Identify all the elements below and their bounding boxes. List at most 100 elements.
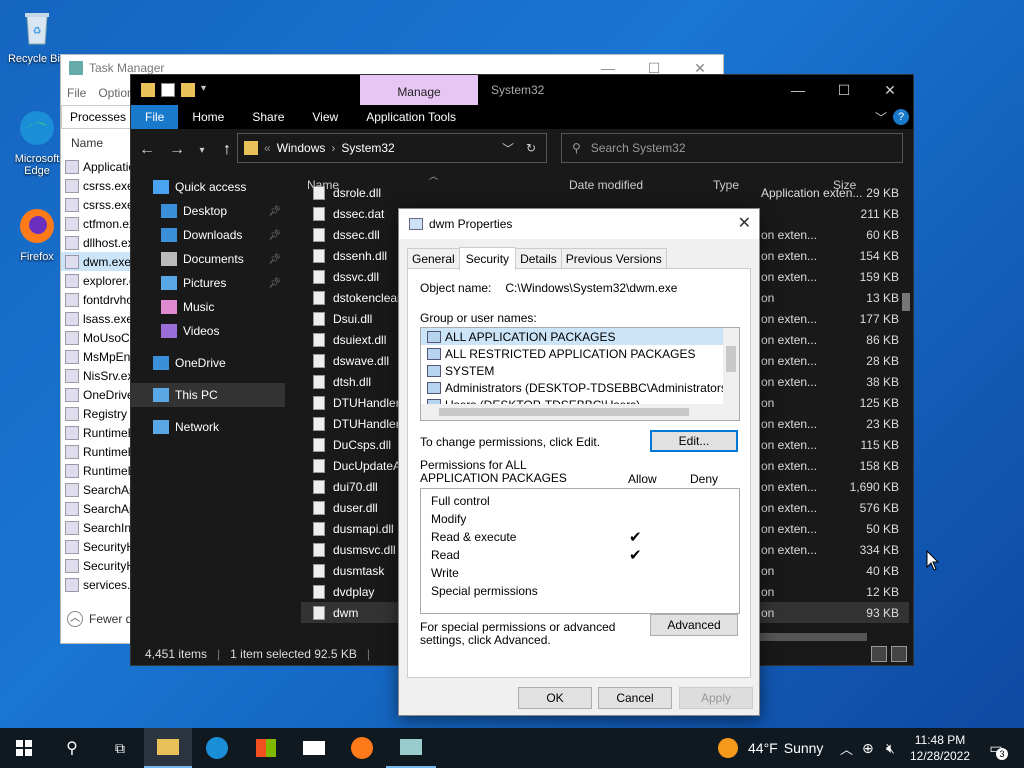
- apply-button[interactable]: Apply: [679, 687, 753, 709]
- tab-security[interactable]: Security: [458, 247, 517, 270]
- user-list-hscrollbar[interactable]: [421, 404, 739, 420]
- process-row[interactable]: explorer.exe: [61, 271, 131, 290]
- process-row[interactable]: RuntimeBroker: [61, 423, 131, 442]
- process-row[interactable]: SearchApp: [61, 499, 131, 518]
- process-row[interactable]: dwm.exe: [61, 252, 131, 271]
- close-icon[interactable]: ✕: [867, 75, 913, 105]
- pin-icon[interactable]: 📌︎: [268, 206, 281, 217]
- tab-previous-versions[interactable]: Previous Versions: [560, 248, 667, 269]
- user-row[interactable]: ALL RESTRICTED APPLICATION PACKAGES: [421, 345, 739, 362]
- nav-item[interactable]: OneDrive: [131, 351, 285, 375]
- process-row[interactable]: lsass.exe: [61, 309, 131, 328]
- maximize-icon[interactable]: ☐: [821, 75, 867, 105]
- ok-button[interactable]: OK: [518, 687, 592, 709]
- taskbar-firefox[interactable]: [338, 737, 386, 759]
- scrollbar-thumb[interactable]: [726, 346, 736, 372]
- taskbar-explorer[interactable]: [144, 728, 192, 768]
- search-input[interactable]: Search System32: [591, 141, 686, 155]
- process-row[interactable]: SearchApp: [61, 480, 131, 499]
- minimize-icon[interactable]: —: [775, 75, 821, 105]
- process-row[interactable]: MoUsoCore: [61, 328, 131, 347]
- help-icon[interactable]: ?: [893, 109, 909, 125]
- process-row[interactable]: RuntimeBroker: [61, 442, 131, 461]
- pin-icon[interactable]: 📌︎: [268, 230, 281, 241]
- nav-item[interactable]: This PC: [131, 383, 285, 407]
- refresh-icon[interactable]: ↻: [526, 141, 536, 155]
- process-row[interactable]: Registry: [61, 404, 131, 423]
- show-hidden-icons-icon[interactable]: ︿: [840, 739, 853, 758]
- taskbar-store[interactable]: [242, 739, 290, 757]
- address-dropdown-icon[interactable]: ﹀: [502, 140, 514, 157]
- explorer-titlebar[interactable]: ▾ Manage System32 — ☐ ✕: [131, 75, 913, 105]
- address-bar[interactable]: « Windows › System32 ﹀ ↻: [237, 133, 547, 163]
- scrollbar-thumb[interactable]: [439, 408, 689, 416]
- forward-arrow-icon[interactable]: →: [167, 141, 187, 159]
- nav-item[interactable]: Desktop 📌︎: [131, 199, 285, 223]
- nav-item[interactable]: Quick access: [131, 175, 285, 199]
- nav-item[interactable]: Downloads 📌︎: [131, 223, 285, 247]
- nav-item[interactable]: Documents 📌︎: [131, 247, 285, 271]
- process-row[interactable]: SecurityHealth: [61, 537, 131, 556]
- weather-widget[interactable]: 44°F Sunny: [718, 738, 823, 758]
- ribbon-tab-share[interactable]: Share: [238, 105, 298, 129]
- up-arrow-icon[interactable]: ↑: [217, 141, 237, 159]
- process-row[interactable]: csrss.exe: [61, 176, 131, 195]
- cancel-button[interactable]: Cancel: [598, 687, 672, 709]
- user-list-vscrollbar[interactable]: [723, 328, 739, 404]
- task-view-button[interactable]: ⧉: [96, 740, 144, 757]
- scrollbar-thumb[interactable]: [902, 293, 910, 311]
- customize-qat-icon[interactable]: ▾: [201, 83, 206, 97]
- ribbon-tab-application-tools[interactable]: Application Tools: [352, 105, 470, 129]
- nav-item[interactable]: Pictures 📌︎: [131, 271, 285, 295]
- user-row[interactable]: ALL APPLICATION PACKAGES: [421, 328, 739, 345]
- ribbon-tab-home[interactable]: Home: [178, 105, 238, 129]
- process-row[interactable]: fontdrvhost: [61, 290, 131, 309]
- properties-titlebar[interactable]: dwm Properties ✕: [399, 209, 759, 239]
- process-row[interactable]: SecurityHealth: [61, 556, 131, 575]
- search-button[interactable]: ⚲: [48, 738, 96, 758]
- ribbon-tab-file[interactable]: File: [131, 105, 179, 129]
- menu-file[interactable]: File: [67, 86, 86, 100]
- process-row[interactable]: SearchIndexer: [61, 518, 131, 537]
- tab-processes[interactable]: Processes: [61, 105, 136, 128]
- large-icons-view-icon[interactable]: [891, 646, 907, 662]
- advanced-button[interactable]: Advanced: [650, 614, 738, 636]
- pin-icon[interactable]: 📌︎: [268, 254, 281, 265]
- clock[interactable]: 11:48 PM 12/28/2022: [908, 732, 972, 764]
- taskbar-task-manager[interactable]: [386, 728, 436, 768]
- file-row[interactable]: dsrole.dll Application exten... 29 KB: [301, 182, 909, 203]
- nav-item[interactable]: Network: [131, 415, 285, 439]
- process-row[interactable]: RuntimeBroker: [61, 461, 131, 480]
- nav-item[interactable]: Videos: [131, 319, 285, 343]
- vertical-scrollbar[interactable]: [901, 175, 911, 625]
- edit-button[interactable]: Edit...: [650, 430, 738, 452]
- notification-button[interactable]: ▭ 3: [982, 740, 1010, 760]
- language-icon[interactable]: ⊕: [862, 740, 874, 757]
- new-folder-icon[interactable]: [181, 83, 195, 97]
- process-row[interactable]: OneDrive: [61, 385, 131, 404]
- process-row[interactable]: Application...: [61, 157, 131, 176]
- process-row[interactable]: NisSrv.exe: [61, 366, 131, 385]
- folder-icon[interactable]: [141, 83, 155, 97]
- volume-icon[interactable]: 🔇︎: [886, 740, 895, 757]
- user-row[interactable]: Administrators (DESKTOP-TDSEBBC\Administ…: [421, 379, 739, 396]
- tab-details[interactable]: Details: [515, 248, 562, 269]
- user-row[interactable]: SYSTEM: [421, 362, 739, 379]
- scrollbar-thumb[interactable]: [747, 633, 867, 641]
- recent-locations-icon[interactable]: ▾: [197, 145, 207, 156]
- process-row[interactable]: ctfmon.exe: [61, 214, 131, 233]
- expand-ribbon-icon[interactable]: ﹀: [875, 109, 887, 126]
- breadcrumb-windows[interactable]: Windows: [277, 141, 326, 155]
- search-box[interactable]: ⚲ Search System32: [561, 133, 903, 163]
- process-row[interactable]: services.exe: [61, 575, 131, 594]
- back-arrow-icon[interactable]: ←: [137, 141, 157, 159]
- properties-icon[interactable]: [161, 83, 175, 97]
- breadcrumb-system32[interactable]: System32: [341, 141, 394, 155]
- ribbon-tab-view[interactable]: View: [298, 105, 352, 129]
- taskbar-edge[interactable]: [192, 737, 242, 759]
- nav-item[interactable]: Music: [131, 295, 285, 319]
- pin-icon[interactable]: 📌︎: [268, 278, 281, 289]
- tab-general[interactable]: General: [407, 248, 460, 269]
- start-button[interactable]: [0, 728, 48, 768]
- manage-contextual-tab[interactable]: Manage: [360, 75, 478, 105]
